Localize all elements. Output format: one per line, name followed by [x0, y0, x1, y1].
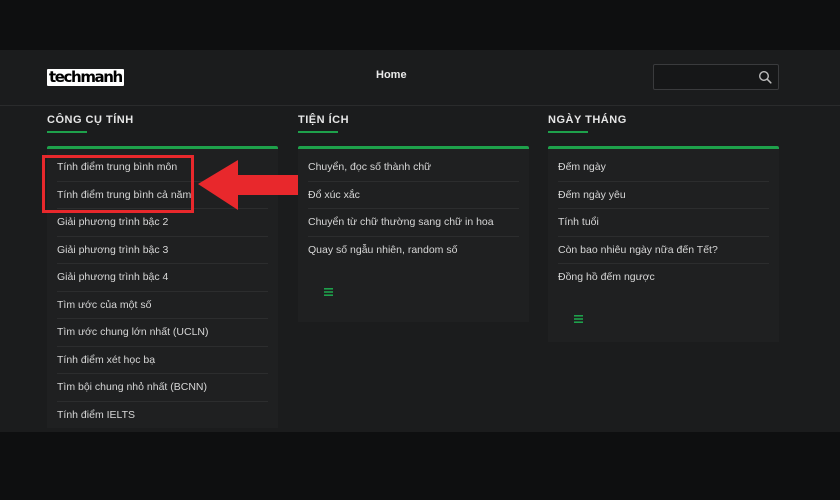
list-item[interactable]: Chuyển từ chữ thường sang chữ in hoa	[308, 209, 519, 237]
hamburger-menu-icon	[573, 315, 583, 323]
utilities-panel: Chuyển, đọc số thành chữ Đổ xúc xắc Chuy…	[298, 146, 529, 322]
list-item[interactable]: Tính điểm IELTS	[57, 402, 268, 429]
list-item[interactable]: Tìm ước của một số	[57, 292, 268, 319]
title-underline	[47, 131, 87, 133]
menu-button[interactable]	[564, 307, 592, 331]
list-item[interactable]: Tính điểm xét học bạ	[57, 347, 268, 374]
list-item[interactable]: Chuyển, đọc số thành chữ	[308, 154, 519, 182]
red-arrow-icon	[198, 160, 298, 210]
column-title: NGÀY THÁNG	[548, 114, 627, 126]
highlight-box	[42, 155, 194, 213]
list-item[interactable]: Tìm bội chung nhỏ nhất (BCNN)	[57, 374, 268, 402]
site-logo[interactable]: techmanh	[47, 69, 124, 86]
title-underline	[298, 131, 338, 133]
search-box[interactable]	[653, 64, 779, 90]
list-item[interactable]: Còn bao nhiêu ngày nữa đến Tết?	[558, 237, 769, 264]
column-title: TIỆN ÍCH	[298, 114, 350, 126]
hamburger-menu-icon	[323, 288, 333, 296]
list-item[interactable]: Đếm ngày yêu	[558, 182, 769, 209]
top-dark-strip	[0, 0, 840, 50]
search-icon[interactable]	[758, 70, 772, 84]
column-title: CÔNG CỤ TÍNH	[47, 114, 134, 126]
dates-panel: Đếm ngày Đếm ngày yêu Tính tuổi Còn bao …	[548, 146, 779, 342]
bottom-dark-strip	[0, 432, 840, 500]
title-underline	[548, 131, 588, 133]
list-item[interactable]: Đồng hồ đếm ngược	[558, 264, 769, 291]
list-item[interactable]: Giải phương trình bậc 3	[57, 237, 268, 264]
list-item[interactable]: Quay số ngẫu nhiên, random số	[308, 237, 519, 264]
list-item[interactable]: Tìm ước chung lớn nhất (UCLN)	[57, 319, 268, 347]
nav-home-link[interactable]: Home	[376, 69, 407, 81]
menu-button[interactable]	[314, 280, 342, 304]
search-input[interactable]	[658, 68, 757, 88]
list-item[interactable]: Giải phương trình bậc 4	[57, 264, 268, 292]
list-item[interactable]: Đổ xúc xắc	[308, 182, 519, 209]
list-item[interactable]: Tính tuổi	[558, 209, 769, 237]
list-item[interactable]: Đếm ngày	[558, 154, 769, 182]
